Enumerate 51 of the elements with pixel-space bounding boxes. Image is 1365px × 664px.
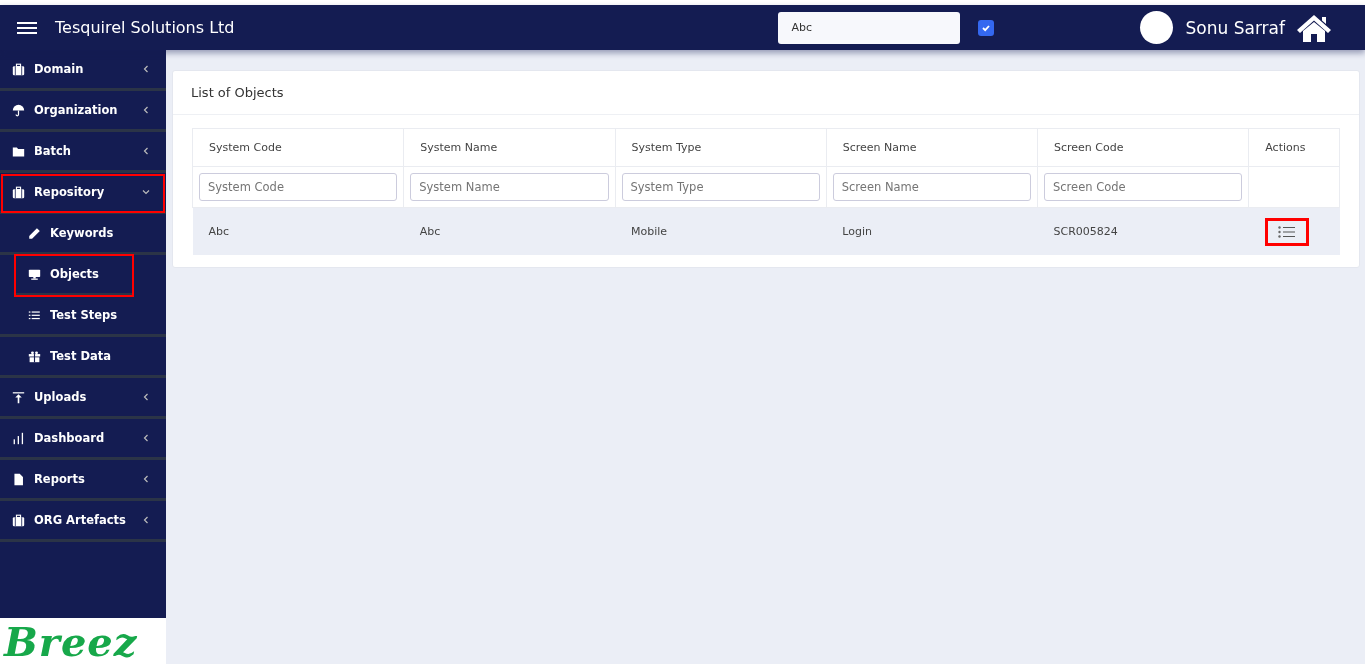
table-cell: SCR005824	[1037, 207, 1249, 255]
umbrella-icon	[12, 103, 25, 117]
table-cell: Mobile	[615, 207, 827, 255]
actions-button[interactable]	[1264, 217, 1309, 246]
logo: Breez	[0, 618, 166, 664]
column-header: Screen Name	[826, 128, 1038, 167]
sidebar-item[interactable]: Domain	[0, 50, 166, 91]
filter-field[interactable]: System Code	[199, 173, 398, 201]
pencil-icon	[28, 226, 41, 240]
filter-field[interactable]: Screen Name	[832, 173, 1031, 201]
upload-icon	[12, 390, 25, 404]
column-header: Screen Code	[1037, 128, 1249, 167]
sidebar-item[interactable]: Test Data	[0, 337, 166, 378]
user-name: Sonu Sarraf	[1185, 17, 1285, 38]
sidebar-item[interactable]: Keywords	[0, 214, 166, 255]
sidebar-item[interactable]: Objects	[15, 255, 133, 296]
list-icon	[1277, 225, 1296, 238]
filter-field[interactable]: Screen Code	[1044, 173, 1243, 201]
filter-field[interactable]: System Name	[410, 173, 609, 201]
table-cell: Abc	[403, 207, 615, 255]
briefcase-icon	[12, 62, 25, 76]
sidebar-item[interactable]: Uploads	[0, 378, 166, 419]
column-header: System Type	[615, 128, 827, 167]
gift-icon	[28, 349, 41, 363]
filter-field[interactable]: System Type	[621, 173, 820, 201]
sidebar-item[interactable]: Dashboard	[0, 419, 166, 460]
briefcase-icon	[12, 513, 25, 527]
sidebar-item[interactable]: Repository	[0, 173, 166, 214]
avatar[interactable]	[1139, 11, 1173, 44]
sidebar-item[interactable]: Test Steps	[0, 296, 166, 337]
checkbox[interactable]	[977, 19, 994, 36]
panel-title: List of Objects	[173, 71, 1359, 115]
company-name: Tesquirel Solutions Ltd	[55, 18, 235, 37]
bar-chart-icon	[12, 431, 25, 445]
list-icon	[28, 308, 41, 322]
briefcase-icon	[12, 185, 25, 199]
column-header: Actions	[1248, 128, 1340, 167]
sidebar-item[interactable]: Batch	[0, 132, 166, 173]
table-cell: Login	[826, 207, 1038, 255]
sidebar-item[interactable]: Organization	[0, 91, 166, 132]
table-cell: Abc	[192, 207, 404, 255]
file-icon	[12, 472, 25, 486]
home-icon[interactable]	[1295, 12, 1333, 43]
monitor-icon	[28, 267, 41, 281]
folder-icon	[12, 144, 25, 158]
sidebar-item[interactable]: ORG Artefacts	[0, 501, 166, 542]
column-header: System Code	[192, 128, 404, 167]
sidebar-item[interactable]: Reports	[0, 460, 166, 501]
menu-icon[interactable]	[17, 20, 37, 35]
select-field[interactable]: Abc	[777, 11, 960, 44]
column-header: System Name	[403, 128, 615, 167]
